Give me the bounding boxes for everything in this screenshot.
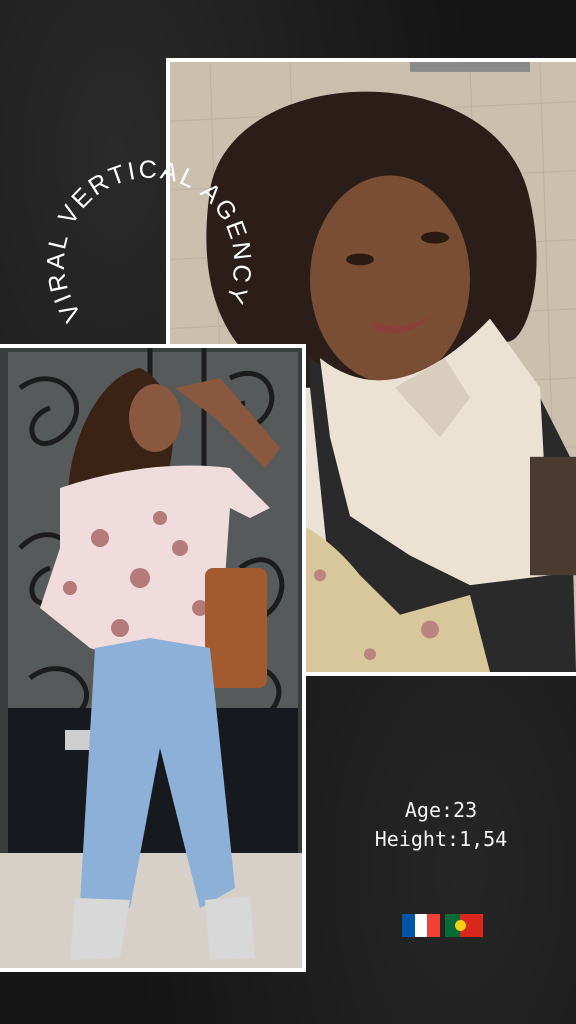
height-row: Height:1,54 — [306, 825, 576, 854]
svg-text:VIRAL VERTICAL AGENCY: VIRAL VERTICAL AGENCY — [42, 156, 257, 327]
agency-curved-text: VIRAL VERTICAL AGENCY — [42, 156, 257, 327]
height-label: Height: — [374, 827, 460, 851]
language-flags — [402, 914, 483, 937]
france-flag-icon — [402, 914, 440, 937]
age-label: Age: — [404, 798, 454, 822]
fullbody-photo — [0, 344, 306, 972]
profile-stats: Age:23 Height:1,54 — [306, 796, 576, 854]
agency-name: VIRAL VERTICAL AGENCY — [42, 156, 254, 327]
height-value: 1,54 — [459, 827, 508, 851]
age-row: Age:23 — [306, 796, 576, 825]
age-value: 23 — [453, 798, 478, 822]
portugal-flag-icon — [445, 914, 483, 937]
